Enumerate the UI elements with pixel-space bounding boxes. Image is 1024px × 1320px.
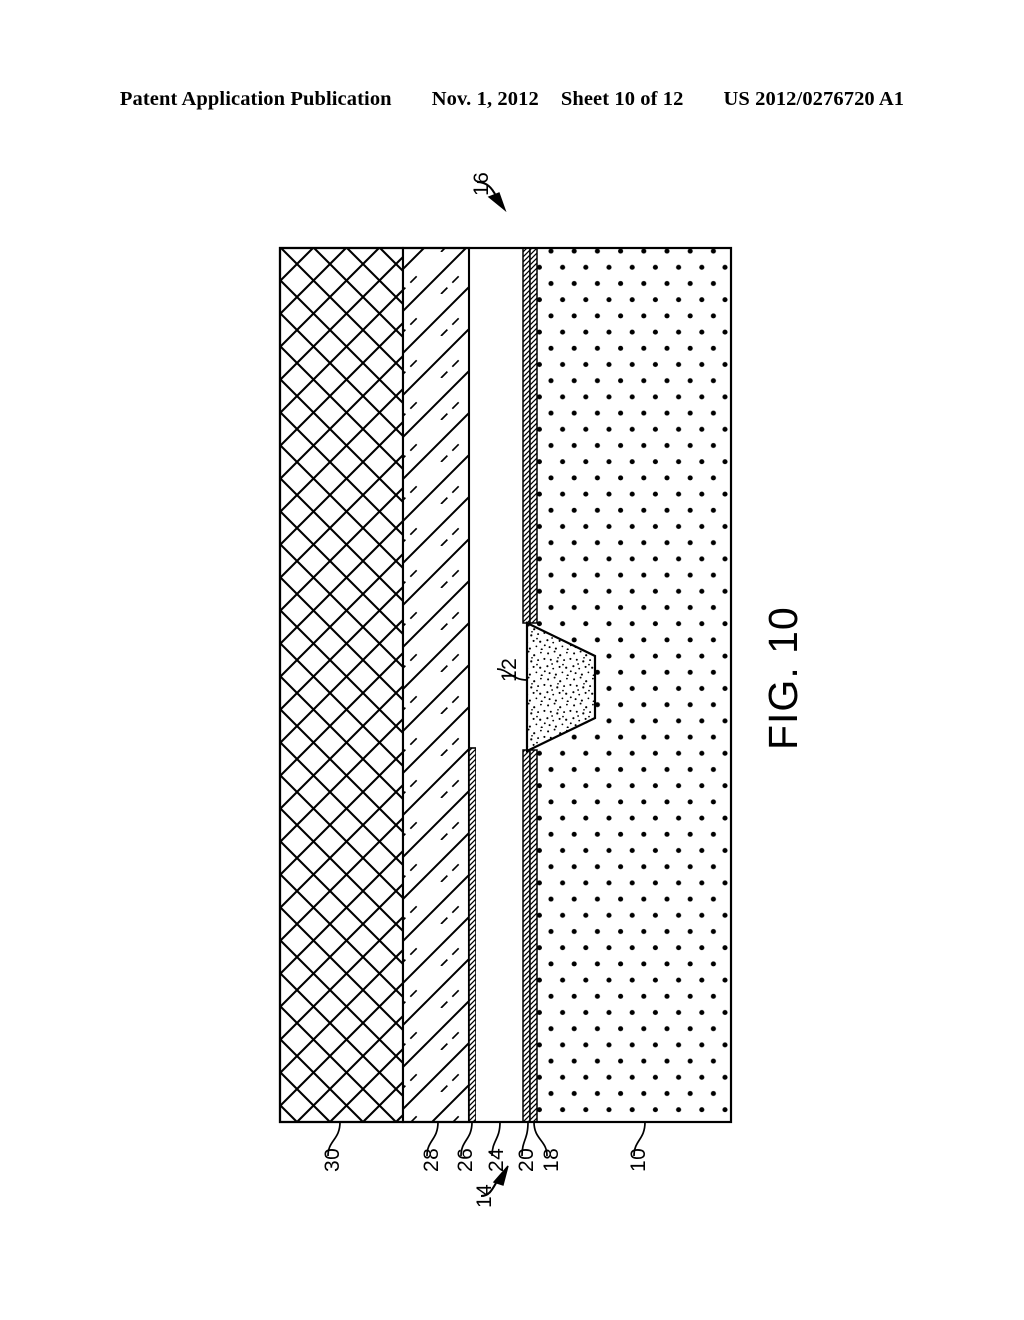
- ref-label-16: 16: [470, 171, 493, 196]
- layer-24-gap: [476, 248, 523, 1122]
- figure-caption: FIG. 10: [760, 606, 806, 750]
- layer-28-diagonal-hatch: [401, 246, 471, 1124]
- ref-label-24: 24: [485, 1147, 508, 1172]
- ref-label-18: 18: [540, 1147, 563, 1172]
- ref-label-30: 30: [321, 1147, 344, 1172]
- layer-30-crosshatch: [278, 246, 405, 1124]
- ref-label-12: 12: [498, 657, 521, 682]
- ref-label-14: 14: [473, 1183, 496, 1208]
- ref-label-26: 26: [454, 1147, 477, 1172]
- layer-26-thin-film: [468, 747, 477, 1123]
- ref-label-10: 10: [627, 1147, 650, 1172]
- ref-label-20: 20: [515, 1147, 538, 1172]
- ref-label-28: 28: [420, 1147, 443, 1172]
